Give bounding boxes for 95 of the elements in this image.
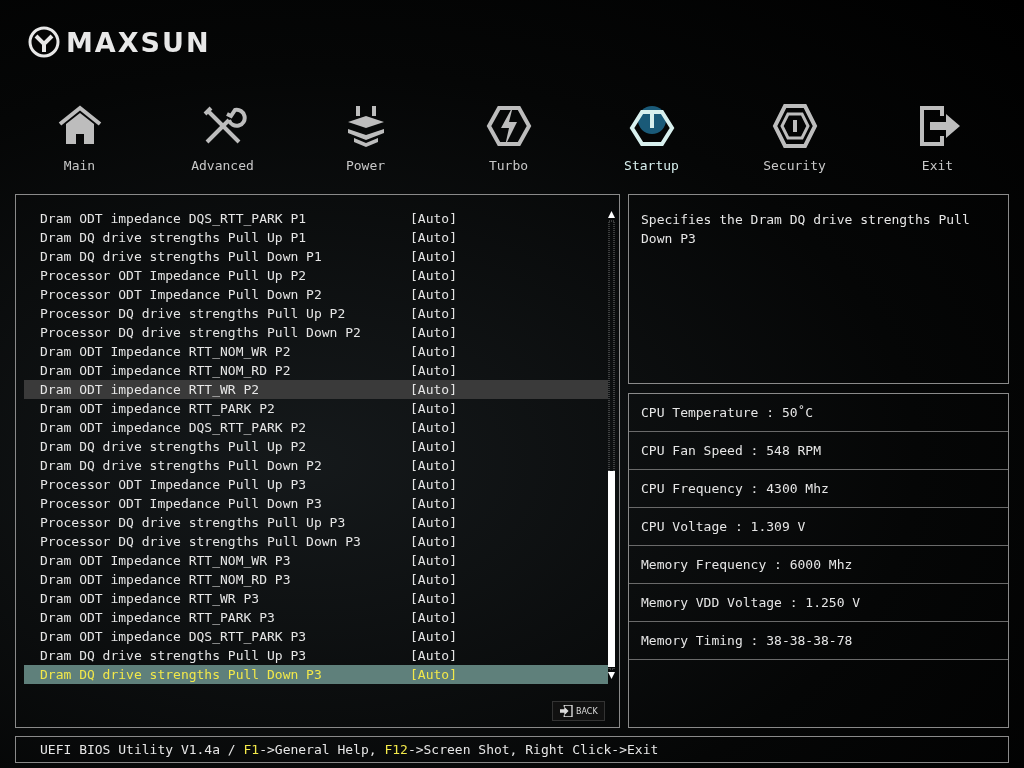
- setting-value[interactable]: [Auto]: [410, 458, 457, 473]
- nav-tab[interactable]: Turbo: [437, 102, 580, 194]
- setting-value[interactable]: [Auto]: [410, 629, 457, 644]
- setting-name: Dram ODT impedance RTT_WR P2: [40, 382, 261, 397]
- setting-value[interactable]: [Auto]: [410, 534, 457, 549]
- setting-value[interactable]: [Auto]: [410, 515, 457, 530]
- setting-value[interactable]: [Auto]: [410, 325, 457, 340]
- setting-row[interactable]: Dram DQ drive strengths Pull Up P1 [Auto]: [24, 228, 608, 247]
- setting-row[interactable]: Dram ODT Impedance RTT_NOM_WR P2 [Auto]: [24, 342, 608, 361]
- nav-tab[interactable]: Exit: [866, 102, 1009, 194]
- back-button[interactable]: BACK: [552, 701, 605, 721]
- setting-row[interactable]: Processor ODT Impedance Pull Up P2 [Auto]: [24, 266, 608, 285]
- setting-row[interactable]: Processor ODT Impedance Pull Down P3 [Auto]: [24, 494, 608, 513]
- setting-name: Dram ODT impedance RTT_PARK P2: [40, 401, 276, 416]
- setting-row[interactable]: Dram ODT impedance RTT_WR P3 [Auto]: [24, 589, 608, 608]
- setting-row[interactable]: Dram ODT impedance RTT_WR P2 [Auto]: [24, 380, 608, 399]
- setting-name: Dram ODT impedance DQS_RTT_PARK P3: [40, 629, 308, 644]
- logo-icon: [28, 26, 60, 58]
- setting-name: Processor ODT Impedance Pull Up P2: [40, 268, 308, 283]
- setting-value[interactable]: [Auto]: [410, 287, 457, 302]
- nav-tab[interactable]: Startup: [580, 102, 723, 194]
- setting-value[interactable]: [Auto]: [410, 268, 457, 283]
- setting-name: Dram ODT Impedance RTT_NOM_WR P2: [40, 344, 292, 359]
- nav-tab[interactable]: Advanced: [151, 102, 294, 194]
- setting-value[interactable]: [Auto]: [410, 477, 457, 492]
- monitor-reading: Memory VDD Voltage : 1.250 V: [629, 584, 1008, 622]
- status-text: UEFI BIOS Utility V1.4a / F1->General Help, F12->Screen Shot, Right Click->Exit: [40, 742, 659, 757]
- setting-name: Dram DQ drive strengths Pull Down P1: [40, 249, 323, 264]
- setting-row[interactable]: Processor DQ drive strengths Pull Down P2 [Auto]: [24, 323, 608, 342]
- nav-tab[interactable]: Power: [294, 102, 437, 194]
- setting-row[interactable]: Dram DQ drive strengths Pull Up P2 [Auto]: [24, 437, 608, 456]
- info-hexagon-icon: [770, 102, 819, 150]
- help-text: Specifies the Dram DQ drive strengths Pull Down P3: [628, 194, 1009, 384]
- setting-row[interactable]: Dram ODT impedance RTT_NOM_RD P2 [Auto]: [24, 361, 608, 380]
- setting-value[interactable]: [Auto]: [410, 496, 457, 511]
- setting-row[interactable]: Dram ODT impedance RTT_NOM_RD P3 [Auto]: [24, 570, 608, 589]
- setting-name: Processor DQ drive strengths Pull Up P3: [40, 515, 347, 530]
- setting-value[interactable]: [Auto]: [410, 401, 457, 416]
- monitor-reading: CPU Fan Speed : 548 RPM: [629, 432, 1008, 470]
- setting-value[interactable]: [Auto]: [410, 211, 457, 226]
- monitor-reading: Memory Frequency : 6000 Mhz: [629, 546, 1008, 584]
- monitor-reading: CPU Voltage : 1.309 V: [629, 508, 1008, 546]
- setting-name: Dram ODT impedance RTT_NOM_RD P3: [40, 572, 292, 587]
- brand-name: MAXSUN: [66, 26, 211, 58]
- setting-name: Processor ODT Impedance Pull Down P2: [40, 287, 323, 302]
- setting-value[interactable]: [Auto]: [410, 344, 457, 359]
- setting-name: Dram ODT impedance RTT_PARK P3: [40, 610, 276, 625]
- setting-name: Dram ODT impedance DQS_RTT_PARK P2: [40, 420, 308, 435]
- setting-row[interactable]: Processor DQ drive strengths Pull Down P3 [Auto]: [24, 532, 608, 551]
- setting-name: Dram DQ drive strengths Pull Down P3: [40, 667, 323, 682]
- nav-tab[interactable]: Security: [723, 102, 866, 194]
- setting-value[interactable]: [Auto]: [410, 306, 457, 321]
- back-icon: [559, 705, 573, 717]
- setting-name: Dram DQ drive strengths Pull Down P2: [40, 458, 323, 473]
- setting-row[interactable]: Dram ODT impedance RTT_PARK P2 [Auto]: [24, 399, 608, 418]
- setting-row[interactable]: Dram DQ drive strengths Pull Down P2 [Auto]: [24, 456, 608, 475]
- setting-value[interactable]: [Auto]: [410, 648, 457, 663]
- setting-name: Processor DQ drive strengths Pull Down P2: [40, 325, 362, 340]
- nav-tab[interactable]: Main: [8, 102, 151, 194]
- setting-name: Processor DQ drive strengths Pull Down P3: [40, 534, 362, 549]
- setting-row[interactable]: Dram ODT Impedance RTT_NOM_WR P3 [Auto]: [24, 551, 608, 570]
- setting-value[interactable]: [Auto]: [410, 249, 457, 264]
- setting-value[interactable]: [Auto]: [410, 439, 457, 454]
- setting-value[interactable]: [Auto]: [410, 591, 457, 606]
- setting-name: Dram ODT impedance RTT_NOM_RD P2: [40, 363, 292, 378]
- setting-row[interactable]: Dram DQ drive strengths Pull Down P1 [Auto]: [24, 247, 608, 266]
- setting-value[interactable]: [Auto]: [410, 363, 457, 378]
- monitor-reading: CPU Frequency : 4300 Mhz: [629, 470, 1008, 508]
- setting-row[interactable]: Dram ODT impedance DQS_RTT_PARK P2 [Auto]: [24, 418, 608, 437]
- monitor-reading: Memory Timing : 38-38-38-78: [629, 622, 1008, 660]
- scrollbar[interactable]: [607, 211, 616, 679]
- setting-row[interactable]: Processor ODT Impedance Pull Down P2 [Auto]: [24, 285, 608, 304]
- setting-name: Processor ODT Impedance Pull Down P3: [40, 496, 323, 511]
- setting-value[interactable]: [Auto]: [410, 382, 457, 397]
- setting-name: Dram ODT impedance DQS_RTT_PARK P1: [40, 211, 308, 226]
- setting-name: Processor ODT Impedance Pull Up P3: [40, 477, 308, 492]
- setting-name: Dram DQ drive strengths Pull Up P1: [40, 230, 308, 245]
- setting-name: Dram ODT Impedance RTT_NOM_WR P3: [40, 553, 292, 568]
- setting-name: Dram DQ drive strengths Pull Up P3: [40, 648, 308, 663]
- setting-name: Dram DQ drive strengths Pull Up P2: [40, 439, 308, 454]
- setting-name: Processor DQ drive strengths Pull Up P2: [40, 306, 347, 321]
- setting-row[interactable]: Dram ODT impedance RTT_PARK P3 [Auto]: [24, 608, 608, 627]
- setting-row[interactable]: Processor DQ drive strengths Pull Up P2 [Auto]: [24, 304, 608, 323]
- setting-row[interactable]: Processor ODT Impedance Pull Up P3 [Auto]: [24, 475, 608, 494]
- setting-value[interactable]: [Auto]: [410, 610, 457, 625]
- setting-row[interactable]: Dram DQ drive strengths Pull Up P3 [Auto]: [24, 646, 608, 665]
- setting-row[interactable]: Dram ODT impedance DQS_RTT_PARK P1 [Auto]: [24, 209, 608, 228]
- setting-value[interactable]: [Auto]: [410, 572, 457, 587]
- setting-value[interactable]: [Auto]: [410, 230, 457, 245]
- setting-value[interactable]: [Auto]: [410, 420, 457, 435]
- setting-row[interactable]: Processor DQ drive strengths Pull Up P3 [Auto]: [24, 513, 608, 532]
- monitor-reading: CPU Temperature : 50˚C: [629, 394, 1008, 432]
- setting-value[interactable]: [Auto]: [410, 553, 457, 568]
- setting-row[interactable]: Dram ODT impedance DQS_RTT_PARK P3 [Auto]: [24, 627, 608, 646]
- setting-name: Dram ODT impedance RTT_WR P3: [40, 591, 261, 606]
